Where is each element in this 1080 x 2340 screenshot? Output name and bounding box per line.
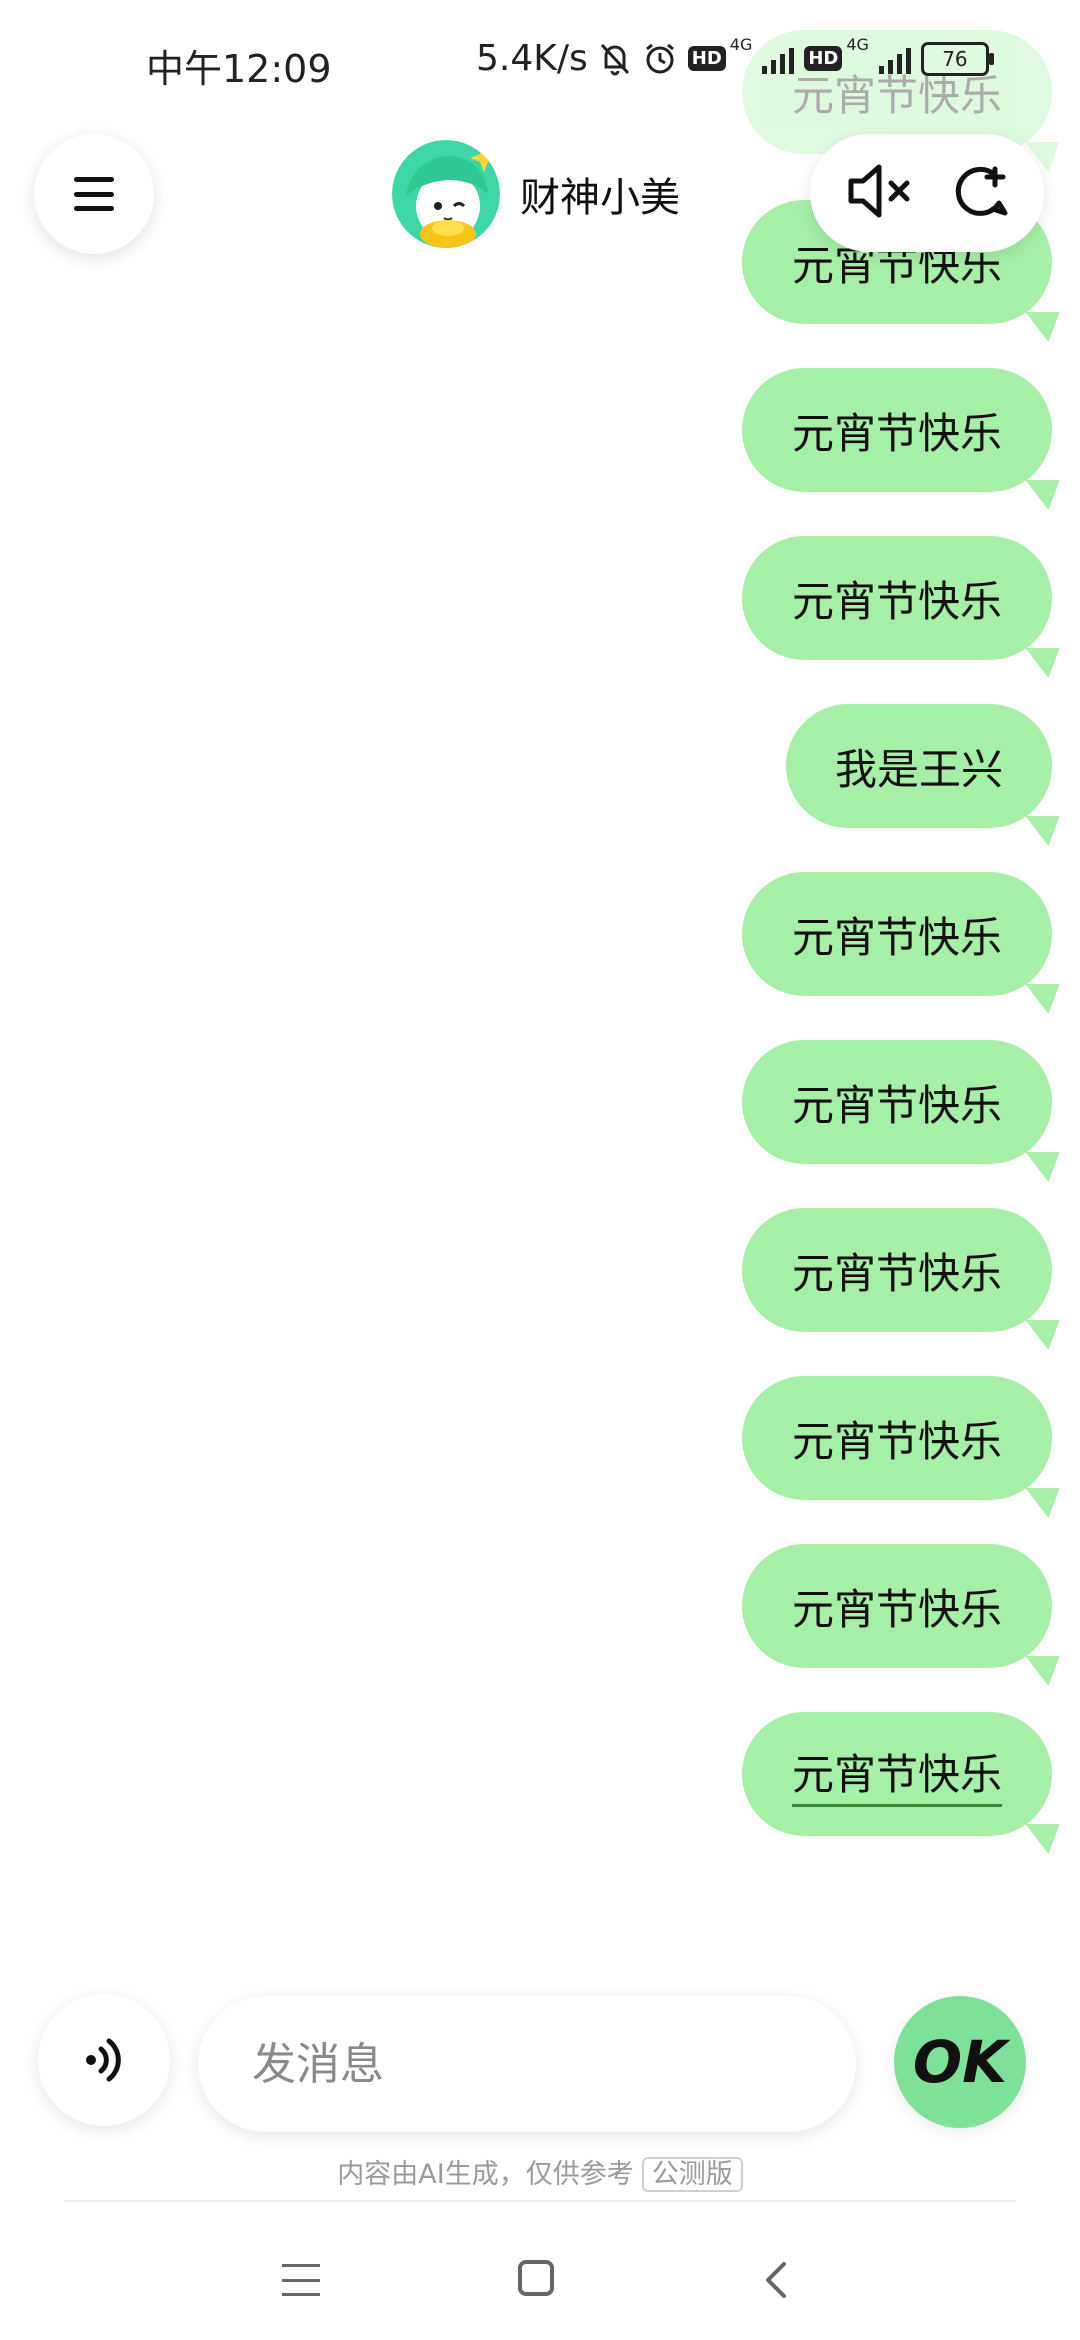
status-bar: 中午12:09 5.4K/s HD 4G HD 4G 76 bbox=[0, 0, 1080, 120]
chat-title-area[interactable]: 财神小美 bbox=[392, 140, 680, 248]
speaker-muted-icon[interactable] bbox=[845, 161, 915, 225]
avatar bbox=[392, 140, 500, 248]
message-input[interactable] bbox=[250, 2037, 814, 2091]
message-bubble[interactable]: 元宵节快乐 bbox=[742, 536, 1052, 660]
ai-disclaimer: 内容由AI生成，仅供参考 公测版 bbox=[0, 2152, 1080, 2192]
message-text: 元宵节快乐 bbox=[791, 1080, 1002, 1130]
alarm-icon bbox=[642, 41, 678, 77]
bell-off-icon bbox=[598, 41, 632, 77]
message-text: 元宵节快乐 bbox=[791, 912, 1002, 962]
message-list: 元宵节快乐 元宵节快乐 元宵节快乐 元宵节快乐 我是王兴 元宵节快乐 元宵节快乐… bbox=[0, 0, 1080, 2000]
status-icons: 5.4K/s HD 4G HD 4G 76 bbox=[476, 35, 994, 79]
message-text: 元宵节快乐 bbox=[791, 1416, 1002, 1466]
battery-icon: 76 bbox=[920, 41, 994, 76]
system-nav-bar bbox=[0, 2208, 1080, 2340]
menu-button[interactable] bbox=[34, 134, 154, 254]
message-bubble[interactable]: 元宵节快乐 bbox=[742, 1544, 1052, 1668]
divider bbox=[64, 2200, 1016, 2202]
message-bubble[interactable]: 元宵节快乐 bbox=[742, 872, 1052, 996]
signal-icon bbox=[878, 44, 911, 74]
message-text: 元宵节快乐 bbox=[791, 1584, 1002, 1634]
voice-icon bbox=[86, 2038, 121, 2082]
chat-title: 财神小美 bbox=[520, 175, 680, 221]
menu-icon bbox=[74, 177, 114, 211]
voice-input-button[interactable] bbox=[38, 1994, 170, 2126]
network-type: 4G bbox=[729, 35, 753, 54]
message-input-container bbox=[198, 1996, 856, 2132]
network-type: 4G bbox=[846, 35, 869, 54]
message-text: 元宵节快乐 bbox=[791, 408, 1002, 458]
message-bubble[interactable]: 元宵节快乐 bbox=[742, 368, 1052, 492]
message-text: 元宵节快乐 bbox=[791, 576, 1002, 626]
battery-level: 76 bbox=[942, 46, 968, 71]
network-speed: 5.4K/s bbox=[476, 38, 588, 79]
message-text: 元宵节快乐 bbox=[791, 1248, 1002, 1298]
hd-badge: HD bbox=[804, 46, 843, 71]
message-bubble[interactable]: 元宵节快乐 bbox=[742, 1040, 1052, 1164]
message-bubble[interactable]: 我是王兴 bbox=[786, 704, 1052, 828]
signal-icon bbox=[762, 44, 795, 74]
hd-badge: HD bbox=[687, 46, 726, 71]
beta-badge: 公测版 bbox=[641, 2157, 743, 2192]
home-icon[interactable] bbox=[518, 2260, 554, 2296]
recent-apps-icon[interactable] bbox=[282, 2264, 320, 2296]
new-chat-icon[interactable] bbox=[949, 161, 1009, 225]
header-actions bbox=[810, 134, 1044, 252]
message-text: 元宵节快乐 bbox=[791, 1741, 1002, 1807]
message-bubble[interactable]: 元宵节快乐 bbox=[742, 1208, 1052, 1332]
back-icon[interactable] bbox=[760, 2260, 790, 2304]
ok-label: OK bbox=[912, 2028, 1008, 2096]
ok-button[interactable]: OK bbox=[894, 1996, 1026, 2128]
message-bubble[interactable]: 元宵节快乐 bbox=[742, 1712, 1052, 1836]
message-bubble[interactable]: 元宵节快乐 bbox=[742, 1376, 1052, 1500]
message-text: 我是王兴 bbox=[834, 744, 1003, 794]
status-time: 中午12:09 bbox=[146, 47, 332, 91]
disclaimer-text: 内容由AI生成，仅供参考 bbox=[337, 2159, 634, 2190]
